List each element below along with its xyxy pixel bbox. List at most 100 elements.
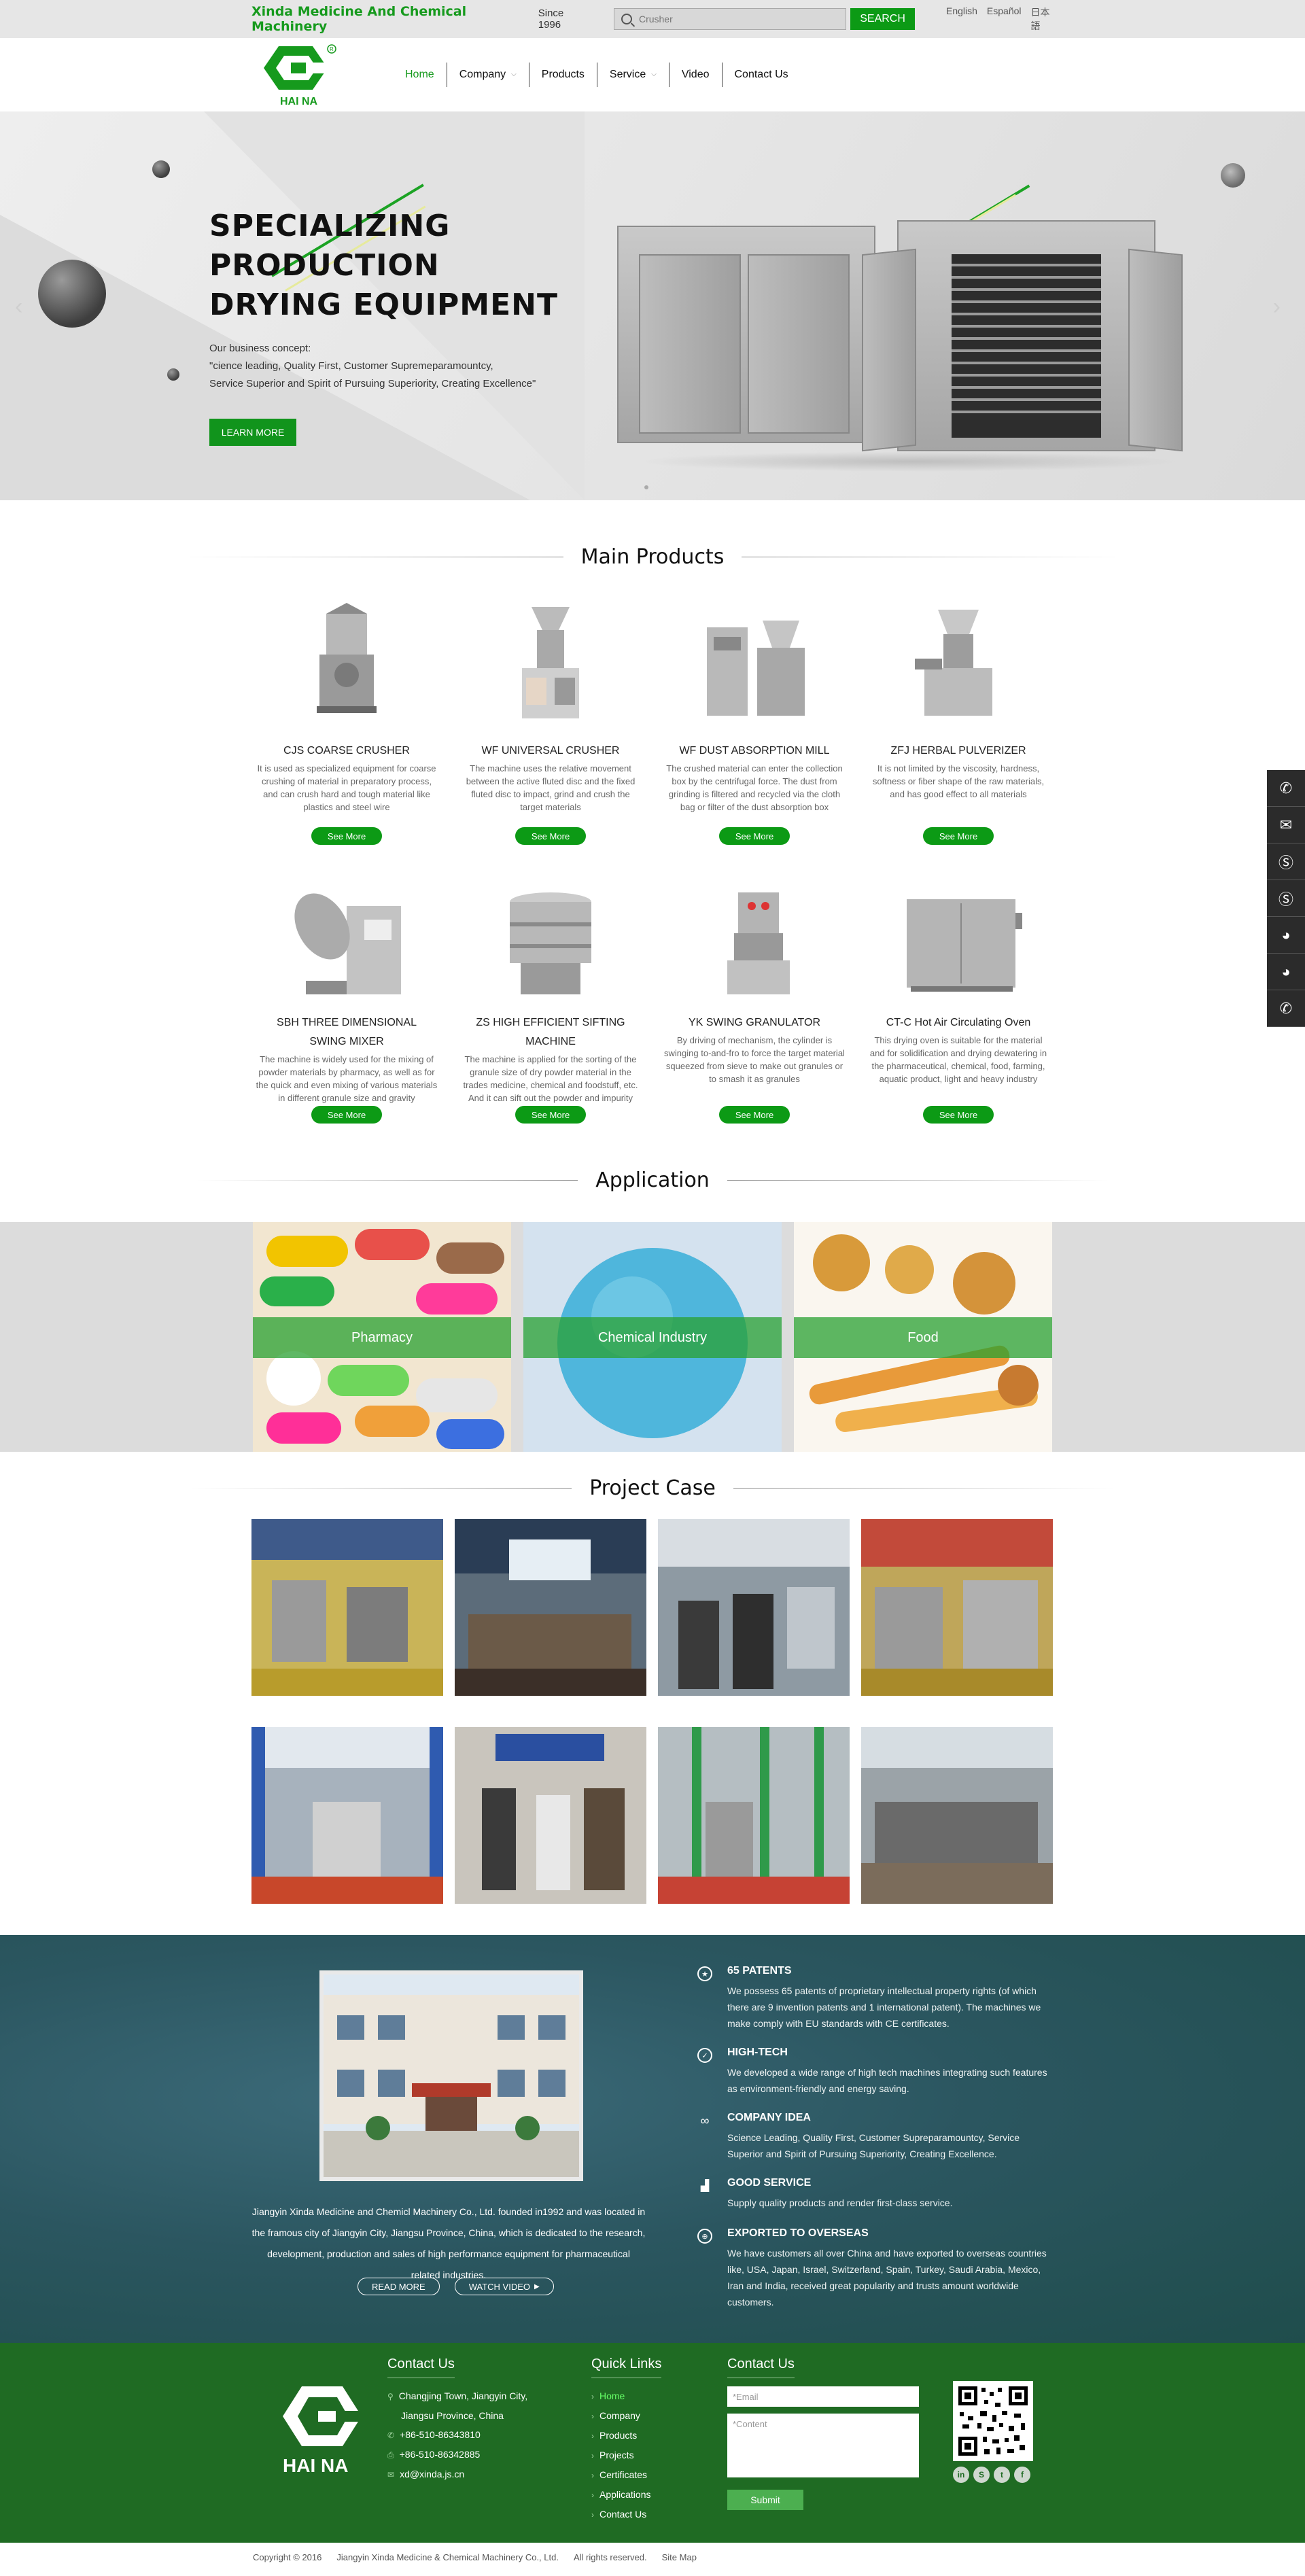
product-name[interactable]: SBH THREE DIMENSIONAL SWING MIXER bbox=[245, 1013, 449, 1051]
skype-icon[interactable]: S bbox=[973, 2467, 990, 2483]
nav-home[interactable]: Home bbox=[393, 63, 447, 87]
product-card[interactable]: YK SWING GRANULATOR By driving of mechan… bbox=[652, 872, 856, 1130]
footer-link-certificates[interactable]: › Certificates bbox=[591, 2465, 661, 2485]
sitemap-link[interactable]: Site Map bbox=[662, 2552, 697, 2562]
phone-icon: ✆ bbox=[387, 2431, 395, 2440]
nav-home-label: Home bbox=[405, 69, 434, 80]
feature-hightech: ✓ HIGH-TECH We developed a wide range of… bbox=[697, 2047, 1051, 2097]
feature-title: GOOD SERVICE bbox=[727, 2177, 812, 2189]
project-photo[interactable] bbox=[861, 1727, 1053, 1904]
footer-link-home[interactable]: › Home bbox=[591, 2386, 661, 2406]
see-more-button[interactable]: See More bbox=[719, 827, 790, 845]
footer-logo[interactable]: HAI NA bbox=[272, 2382, 372, 2484]
product-name[interactable]: YK SWING GRANULATOR bbox=[652, 1013, 856, 1032]
product-image[interactable] bbox=[686, 872, 822, 1008]
banner-prev-arrow[interactable]: ‹ bbox=[15, 294, 22, 320]
product-image[interactable] bbox=[279, 593, 415, 729]
product-card[interactable]: WF DUST ABSORPTION MILL The crushed mate… bbox=[652, 593, 856, 852]
product-name[interactable]: CT-C Hot Air Circulating Oven bbox=[856, 1013, 1060, 1032]
see-more-button[interactable]: See More bbox=[311, 1106, 382, 1124]
product-name[interactable]: ZFJ HERBAL PULVERIZER bbox=[856, 742, 1060, 761]
product-image[interactable] bbox=[279, 872, 415, 1008]
footer-link-applications[interactable]: › Applications bbox=[591, 2485, 661, 2505]
footer-phone[interactable]: ✆ +86-510-86343810 bbox=[387, 2425, 527, 2445]
project-photo[interactable] bbox=[455, 1727, 646, 1904]
footer-link-products[interactable]: › Products bbox=[591, 2426, 661, 2446]
site-logo[interactable]: R HAI NA bbox=[251, 38, 340, 111]
company-name: Xinda Medicine And Chemical Machinery bbox=[251, 4, 467, 34]
learn-more-button[interactable]: LEARN MORE bbox=[209, 419, 296, 446]
footer-heading: Quick Links bbox=[591, 2356, 662, 2378]
search-input[interactable] bbox=[638, 14, 843, 24]
linkedin-icon[interactable]: in bbox=[953, 2467, 969, 2483]
footer-link-contact[interactable]: › Contact Us bbox=[591, 2505, 661, 2524]
lang-spanish[interactable]: Español bbox=[987, 5, 1022, 33]
product-card[interactable]: CJS COARSE CRUSHER It is used as special… bbox=[245, 593, 449, 852]
lang-japanese[interactable]: 日本語 bbox=[1031, 5, 1054, 33]
read-more-button[interactable]: READ MORE bbox=[358, 2278, 440, 2295]
mail-icon[interactable]: ✉ bbox=[1267, 807, 1305, 843]
product-card[interactable]: CT-C Hot Air Circulating Oven This dryin… bbox=[856, 872, 1060, 1130]
footer-link-projects[interactable]: › Projects bbox=[591, 2446, 661, 2465]
phone-icon[interactable]: ✆ bbox=[1267, 770, 1305, 807]
search-button[interactable]: SEARCH bbox=[850, 8, 915, 30]
skype-icon[interactable]: Ⓢ bbox=[1267, 843, 1305, 880]
nav-video[interactable]: Video bbox=[668, 63, 722, 87]
lang-english[interactable]: English bbox=[946, 5, 977, 33]
phone-number: +86-510-86343810 bbox=[400, 2429, 481, 2440]
company-building-photo[interactable] bbox=[319, 1970, 583, 2181]
product-name[interactable]: WF DUST ABSORPTION MILL bbox=[652, 742, 856, 761]
see-more-button[interactable]: See More bbox=[923, 1106, 994, 1124]
skype-icon[interactable]: Ⓢ bbox=[1267, 880, 1305, 917]
search-box[interactable] bbox=[613, 8, 847, 30]
product-card[interactable]: ZS HIGH EFFICIENT SIFTING MACHINE The ma… bbox=[449, 872, 652, 1130]
footer-email[interactable]: ✉ xd@xinda.js.cn bbox=[387, 2465, 527, 2484]
project-photo[interactable] bbox=[658, 1727, 850, 1904]
see-more-button[interactable]: See More bbox=[311, 827, 382, 845]
product-card[interactable]: SBH THREE DIMENSIONAL SWING MIXER The ma… bbox=[245, 872, 449, 1130]
product-image[interactable] bbox=[483, 872, 619, 1008]
nav-company[interactable]: Company ⌵ bbox=[446, 63, 529, 87]
nav-contact[interactable]: Contact Us bbox=[721, 63, 801, 87]
feature-service: ▟ GOOD SERVICE Supply quality products a… bbox=[697, 2177, 1051, 2211]
product-image[interactable] bbox=[483, 593, 619, 729]
nav-service[interactable]: Service ⌵ bbox=[596, 63, 669, 87]
nav-products[interactable]: Products bbox=[528, 63, 597, 87]
watch-video-button[interactable]: WATCH VIDEO ▶ bbox=[454, 2278, 554, 2295]
footer-link-company[interactable]: › Company bbox=[591, 2406, 661, 2426]
phone-icon[interactable]: ✆ bbox=[1267, 990, 1305, 1027]
project-photo[interactable] bbox=[251, 1519, 443, 1696]
footer-content-field[interactable]: *Content bbox=[727, 2414, 919, 2477]
application-food[interactable]: Food bbox=[794, 1222, 1052, 1452]
product-image[interactable] bbox=[890, 872, 1026, 1008]
twitter-icon[interactable]: t bbox=[994, 2467, 1010, 2483]
see-more-button[interactable]: See More bbox=[515, 1106, 586, 1124]
product-image[interactable] bbox=[686, 593, 822, 729]
application-pharmacy[interactable]: Pharmacy bbox=[253, 1222, 511, 1452]
footer-email-field[interactable]: *Email bbox=[727, 2386, 919, 2407]
facebook-icon[interactable]: f bbox=[1014, 2467, 1030, 2483]
product-card[interactable]: WF UNIVERSAL CRUSHER The machine uses th… bbox=[449, 593, 652, 852]
product-card[interactable]: ZFJ HERBAL PULVERIZER It is not limited … bbox=[856, 593, 1060, 852]
footer-submit-button[interactable]: Submit bbox=[727, 2490, 803, 2510]
banner-next-arrow[interactable]: › bbox=[1273, 294, 1281, 320]
product-image[interactable] bbox=[890, 593, 1026, 729]
product-name[interactable]: ZS HIGH EFFICIENT SIFTING MACHINE bbox=[449, 1013, 652, 1051]
qq-icon[interactable]: ◕ bbox=[1267, 917, 1305, 954]
project-photo[interactable] bbox=[658, 1519, 850, 1696]
see-more-button[interactable]: See More bbox=[515, 827, 586, 845]
see-more-button[interactable]: See More bbox=[719, 1106, 790, 1124]
project-photo[interactable] bbox=[455, 1519, 646, 1696]
see-more-button[interactable]: See More bbox=[923, 827, 994, 845]
award-icon: ★ bbox=[697, 1966, 712, 1981]
product-name[interactable]: CJS COARSE CRUSHER bbox=[245, 742, 449, 761]
project-photo[interactable] bbox=[251, 1727, 443, 1904]
feature-text: Supply quality products and render first… bbox=[727, 2197, 953, 2208]
qq-icon[interactable]: ◕ bbox=[1267, 954, 1305, 990]
feature-title: HIGH-TECH bbox=[727, 2047, 788, 2058]
carousel-dots[interactable] bbox=[644, 485, 648, 489]
product-name[interactable]: WF UNIVERSAL CRUSHER bbox=[449, 742, 652, 761]
mail-icon: ✉ bbox=[387, 2470, 395, 2479]
project-photo[interactable] bbox=[861, 1519, 1053, 1696]
application-chemical[interactable]: Chemical Industry bbox=[523, 1222, 782, 1452]
